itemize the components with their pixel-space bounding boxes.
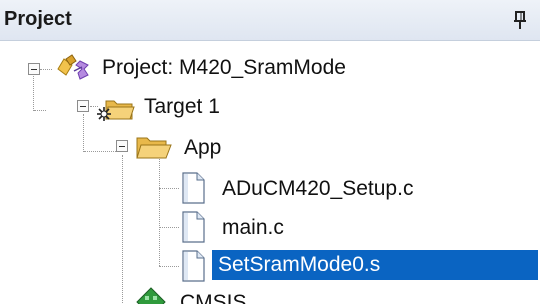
- project-label: Project: M420_SramMode: [102, 56, 346, 79]
- tree-connector: [40, 69, 52, 70]
- tree-connector: [159, 266, 179, 267]
- tree-connector: [122, 155, 123, 304]
- file-label-selected: SetSramMode0.s: [212, 250, 538, 280]
- file-icon: [182, 172, 205, 204]
- tree-connector: [84, 151, 116, 152]
- collapse-toggle[interactable]: [77, 100, 89, 112]
- target-folder-icon: [97, 100, 135, 121]
- file-icon: [182, 250, 205, 282]
- tree-connector: [159, 155, 160, 266]
- project-icon: [57, 54, 89, 80]
- panel-title-bar: Project: [0, 0, 540, 41]
- collapse-toggle[interactable]: [28, 63, 40, 75]
- group-label: App: [184, 136, 222, 159]
- file-label: ADuCM420_Setup.c: [222, 177, 414, 200]
- tree-connector: [159, 227, 179, 228]
- collapse-toggle[interactable]: [116, 140, 128, 152]
- project-tree: Project: M420_SramMode Target 1 App ADuC…: [0, 41, 540, 304]
- tree-connector: [34, 110, 46, 111]
- component-icon: [136, 287, 166, 304]
- tree-connector: [159, 188, 179, 189]
- folder-icon: [136, 137, 172, 159]
- pin-icon[interactable]: [512, 10, 528, 30]
- file-icon: [182, 211, 205, 243]
- tree-connector: [83, 114, 84, 152]
- file-label: main.c: [222, 216, 284, 239]
- component-label: CMSIS: [180, 291, 247, 304]
- target-label: Target 1: [144, 95, 220, 118]
- tree-connector: [33, 73, 34, 111]
- panel-title: Project: [4, 8, 72, 30]
- project-window: Project Project: M420_SramMode Target 1 …: [0, 0, 540, 304]
